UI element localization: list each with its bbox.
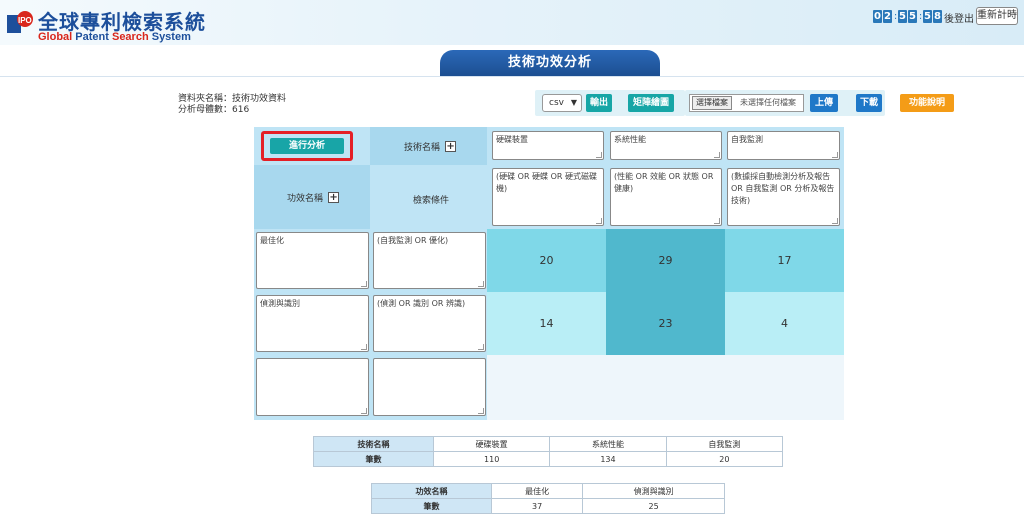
tech-query-input[interactable]: (性能 OR 效能 OR 狀態 OR 健康) (610, 168, 722, 226)
table-row: 筆數 110 134 20 (313, 451, 784, 467)
matrix-value[interactable]: 23 (606, 317, 725, 330)
effect-name-input[interactable]: 最佳化 (256, 232, 369, 289)
query-header: 檢索條件 (413, 196, 450, 206)
effect-name-header: 功效名稱 + (287, 191, 340, 204)
matrix-value[interactable]: 29 (606, 254, 725, 267)
effect-name-input[interactable] (256, 358, 369, 416)
table-cell: 系統性能 (549, 436, 667, 452)
page: IPO 全球專利檢索系統 Global Patent Search System… (0, 0, 1024, 526)
empty-value-row (487, 355, 844, 420)
tech-summary-table: 技術名稱 硬碟裝置 系統性能 自我監測 筆數 110 134 20 (313, 436, 784, 467)
table-cell: 25 (582, 498, 725, 514)
tech-name-input[interactable]: 自我監測 (727, 131, 840, 160)
add-effect-icon[interactable]: + (328, 192, 340, 203)
effect-summary-table: 功效名稱 最佳化 偵測與識別 筆數 37 25 (371, 483, 725, 514)
timer-digit: 5 (898, 10, 907, 23)
table-cell: 134 (549, 451, 667, 467)
timer-digit: 5 (923, 10, 932, 23)
table-row: 筆數 37 25 (371, 498, 725, 514)
effect-name-header-label: 功效名稱 (287, 194, 324, 204)
download-button[interactable]: 下載 (856, 94, 882, 112)
timer-digit: 8 (933, 10, 942, 23)
reset-timer-button[interactable]: 重新計時 (976, 7, 1018, 25)
tech-query-input[interactable]: (硬碟 OR 硬蝶 OR 硬式磁碟機) (492, 168, 604, 226)
page-title: 技術功效分析 (440, 50, 660, 76)
table-row: 技術名稱 硬碟裝置 系統性能 自我監測 (313, 436, 784, 452)
table-header-cell: 筆數 (371, 498, 492, 514)
logout-countdown-label: 後登出 (944, 14, 974, 25)
timer-digit: 2 (883, 10, 892, 23)
tech-name-header-label: 技術名稱 (404, 143, 441, 153)
tech-name-header: 技術名稱 + (404, 140, 457, 153)
population-count-label: 分析母體數：616 (178, 105, 250, 115)
upload-button[interactable]: 上傳 (810, 94, 838, 112)
timer-digit: 5 (908, 10, 917, 23)
format-select-value: csv (549, 98, 564, 108)
svg-text:IPO: IPO (18, 16, 32, 25)
header-bar: IPO 全球專利檢索系統 Global Patent Search System… (0, 0, 1024, 45)
title-divider (0, 76, 1024, 77)
table-cell: 偵測與識別 (582, 483, 725, 499)
logo-icon: IPO (7, 11, 33, 33)
table-row: 功效名稱 最佳化 偵測與識別 (371, 483, 725, 499)
choose-file-button[interactable]: 選擇檔案 (692, 96, 732, 110)
timer-digit: 0 (873, 10, 882, 23)
chevron-down-icon: ▼ (570, 98, 577, 107)
table-header-cell: 功效名稱 (371, 483, 492, 499)
table-header-cell: 技術名稱 (313, 436, 434, 452)
effect-name-input[interactable]: 偵測與識別 (256, 295, 369, 352)
effect-query-input[interactable]: (偵測 OR 識別 OR 辨識) (373, 295, 486, 352)
table-cell: 硬碟裝置 (432, 436, 551, 452)
add-tech-icon[interactable]: + (445, 141, 457, 152)
file-input[interactable]: 選擇檔案 未選擇任何檔案 (689, 94, 804, 112)
run-analysis-button[interactable]: 進行分析 (270, 138, 344, 154)
effect-query-input[interactable]: (自我監測 OR 優化) (373, 232, 486, 289)
effect-query-input[interactable] (373, 358, 486, 416)
matrix-plot-button[interactable]: 矩陣繪圖 (628, 94, 674, 112)
tech-query-input[interactable]: (數據採自動檢測分析及報告 OR 自我監測 OR 分析及報告技術) (727, 168, 840, 226)
table-cell: 自我監測 (665, 436, 784, 452)
session-timer: 0 2 : 5 5 : 5 8 (873, 10, 943, 23)
table-cell: 110 (432, 451, 551, 467)
file-status-text: 未選擇任何檔案 (740, 98, 796, 107)
table-cell: 37 (490, 498, 584, 514)
help-button[interactable]: 功能說明 (900, 94, 954, 112)
table-cell: 最佳化 (490, 483, 584, 499)
table-cell: 20 (665, 451, 784, 467)
table-header-cell: 筆數 (313, 451, 434, 467)
matrix-value[interactable]: 17 (725, 254, 844, 267)
export-button[interactable]: 輸出 (586, 94, 612, 112)
matrix-value[interactable]: 4 (725, 317, 844, 330)
tech-name-input[interactable]: 系統性能 (610, 131, 722, 160)
logo-subtitle: Global Patent Search System (38, 31, 191, 43)
tech-name-input[interactable]: 硬碟裝置 (492, 131, 604, 160)
matrix-value[interactable]: 20 (487, 254, 606, 267)
run-analysis-highlight: 進行分析 (261, 131, 353, 161)
format-select[interactable]: csv ▼ (542, 94, 582, 112)
matrix-value[interactable]: 14 (487, 317, 606, 330)
